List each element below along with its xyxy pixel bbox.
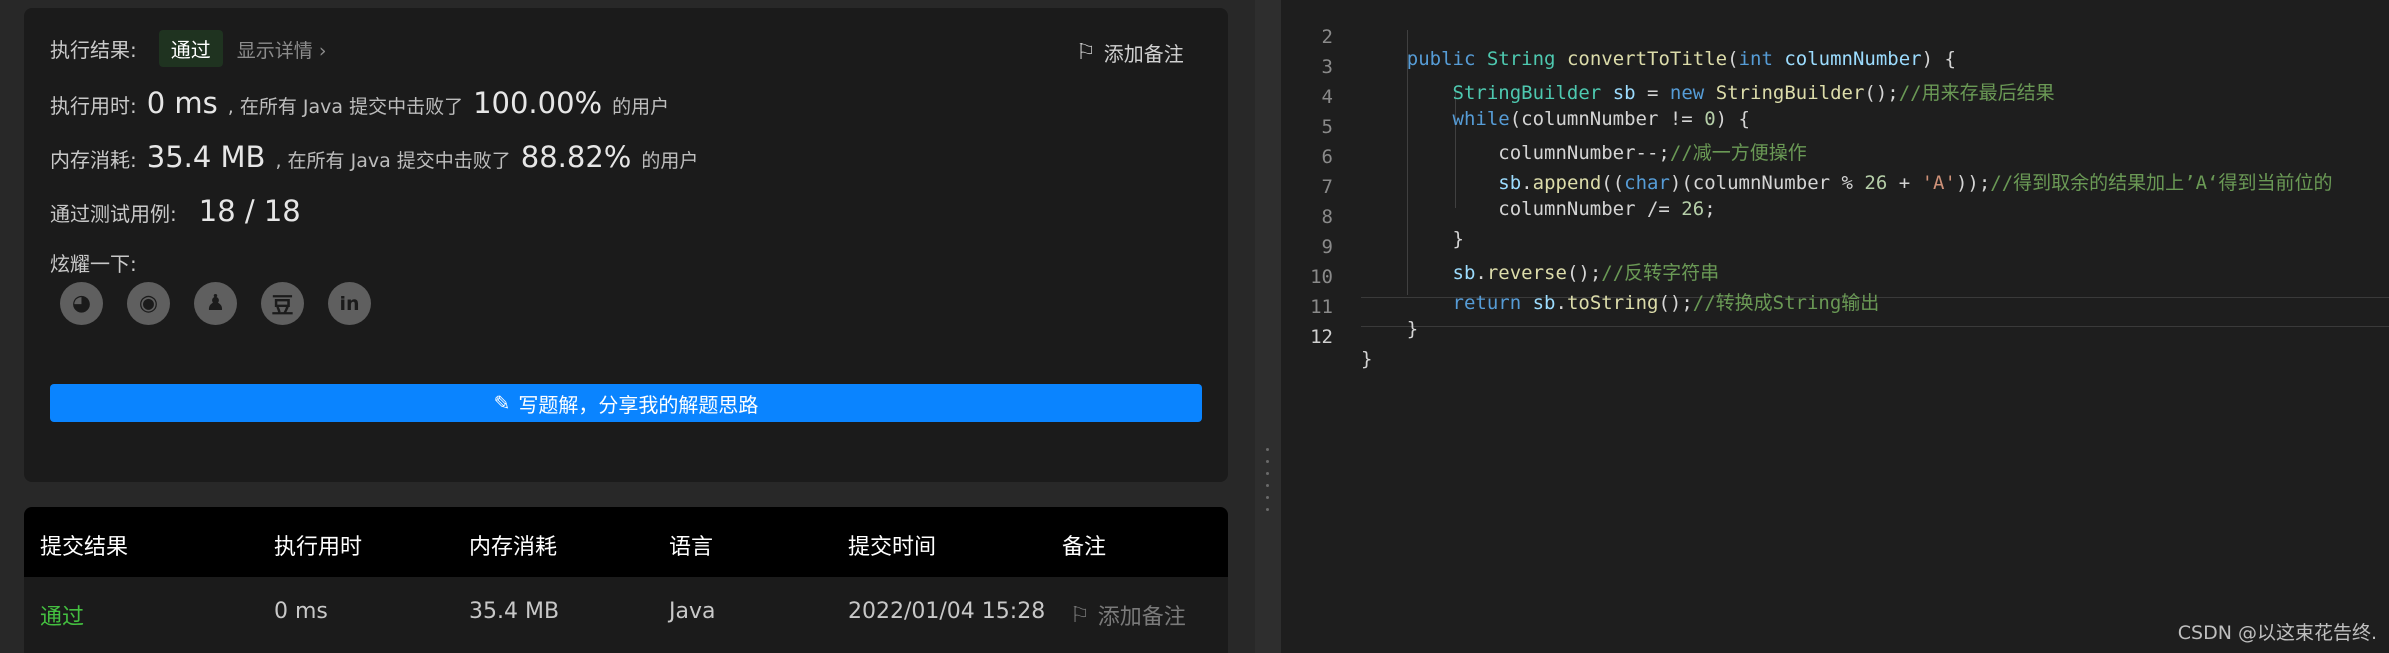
tests-value: 18 / 18 <box>198 194 301 228</box>
share-row: 炫耀一下: <box>50 248 137 277</box>
memory-suffix: 的用户 <box>641 150 699 172</box>
runtime-label: 执行用时: <box>50 94 137 118</box>
runtime-value: 0 ms <box>146 86 218 120</box>
add-note-button[interactable]: ⚐ 添加备注 <box>1076 38 1184 67</box>
code-line: 6 sb.append((char)(columnNumber % 26 + '… <box>1281 124 2389 194</box>
code-line: 12 } <box>1281 304 2389 370</box>
memory-text: , 在所有 Java 提交中击败了 <box>275 150 511 172</box>
tests-label: 通过测试用例: <box>50 202 177 226</box>
col-time: 提交时间 <box>848 535 937 560</box>
col-result: 提交结果 <box>40 535 129 560</box>
status-label: 执行结果: <box>50 38 137 62</box>
panel-resize-handle[interactable] <box>1255 0 1281 653</box>
submissions-table: 提交结果 执行用时 内存消耗 语言 提交时间 备注 通过 0 ms 35.4 M… <box>24 507 1228 653</box>
code-line: 4 while(columnNumber != 0) { <box>1281 64 2389 130</box>
qq-icon[interactable]: ♟ <box>194 282 237 325</box>
share-label: 炫耀一下: <box>50 252 137 276</box>
code-line: 11 } <box>1281 274 2389 340</box>
share-icons: ◕ ◉ ♟ 豆 in <box>60 282 371 325</box>
result-panel: 执行结果: 通过 显示详情 › ⚐ 添加备注 执行用时: 0 ms , 在所有 … <box>0 0 1255 653</box>
line-number: 12 <box>1310 326 1333 348</box>
runtime-row: 执行用时: 0 ms , 在所有 Java 提交中击败了 100.00% 的用户 <box>50 86 669 120</box>
weibo-icon[interactable]: ◉ <box>127 282 170 325</box>
flag-icon: ⚐ <box>1070 602 1090 628</box>
memory-value: 35.4 MB <box>146 140 266 174</box>
memory-row: 内存消耗: 35.4 MB , 在所有 Java 提交中击败了 88.82% 的… <box>50 140 698 174</box>
linkedin-icon[interactable]: in <box>328 282 371 325</box>
write-solution-label: 写题解，分享我的解题思路 <box>518 392 759 417</box>
row-add-note-button[interactable]: ⚐ 添加备注 <box>1070 599 1186 631</box>
write-solution-button[interactable]: ✎ 写题解，分享我的解题思路 <box>50 384 1202 422</box>
col-note: 备注 <box>1062 535 1107 560</box>
add-note-label: 添加备注 <box>1103 42 1184 66</box>
code-line: 10 return sb.toString();//转换成String输出 <box>1281 244 2389 314</box>
row-runtime: 0 ms <box>274 599 328 624</box>
col-memory: 内存消耗 <box>469 535 558 560</box>
memory-label: 内存消耗: <box>50 148 137 172</box>
details-link[interactable]: 显示详情 › <box>237 36 327 63</box>
code-text: } <box>1361 348 1373 370</box>
status-row: 执行结果: 通过 显示详情 › <box>50 30 326 67</box>
code-line: 8 } <box>1281 184 2389 250</box>
watermark: CSDN @以这束花告终. <box>2177 622 2377 644</box>
row-add-note-label: 添加备注 <box>1097 605 1186 630</box>
runtime-percent: 100.00% <box>473 86 603 120</box>
code-line: 5 columnNumber--;//减一方便操作 <box>1281 94 2389 164</box>
code-line: 7 columnNumber /= 26; <box>1281 154 2389 220</box>
table-header <box>24 507 1228 577</box>
wechat-icon[interactable]: ◕ <box>60 282 103 325</box>
result-card: 执行结果: 通过 显示详情 › ⚐ 添加备注 执行用时: 0 ms , 在所有 … <box>24 8 1228 482</box>
status-badge: 通过 <box>158 30 223 67</box>
code-editor[interactable]: 2 public String convertToTitle(int colum… <box>1281 0 2389 653</box>
runtime-suffix: 的用户 <box>612 96 670 118</box>
code-line: 9 sb.reverse();//反转字符串 <box>1281 214 2389 284</box>
row-memory: 35.4 MB <box>469 599 560 624</box>
row-language: Java <box>669 599 716 624</box>
details-link-text: 显示详情 <box>236 40 313 62</box>
tests-row: 通过测试用例: 18 / 18 <box>50 194 311 228</box>
flag-icon: ⚐ <box>1076 40 1096 65</box>
chevron-right-icon: › <box>318 40 327 62</box>
pencil-icon: ✎ <box>493 391 511 415</box>
memory-percent: 88.82% <box>520 140 632 174</box>
code-line: 3 StringBuilder sb = new StringBuilder()… <box>1281 34 2389 104</box>
row-time: 2022/01/04 15:28 <box>848 599 1046 624</box>
runtime-text: , 在所有 Java 提交中击败了 <box>227 96 464 118</box>
douban-icon[interactable]: 豆 <box>261 282 304 325</box>
code-line: 2 public String convertToTitle(int colum… <box>1281 4 2389 70</box>
col-language: 语言 <box>669 535 714 560</box>
row-result-link[interactable]: 通过 <box>40 599 84 631</box>
col-runtime: 执行用时 <box>274 535 363 560</box>
